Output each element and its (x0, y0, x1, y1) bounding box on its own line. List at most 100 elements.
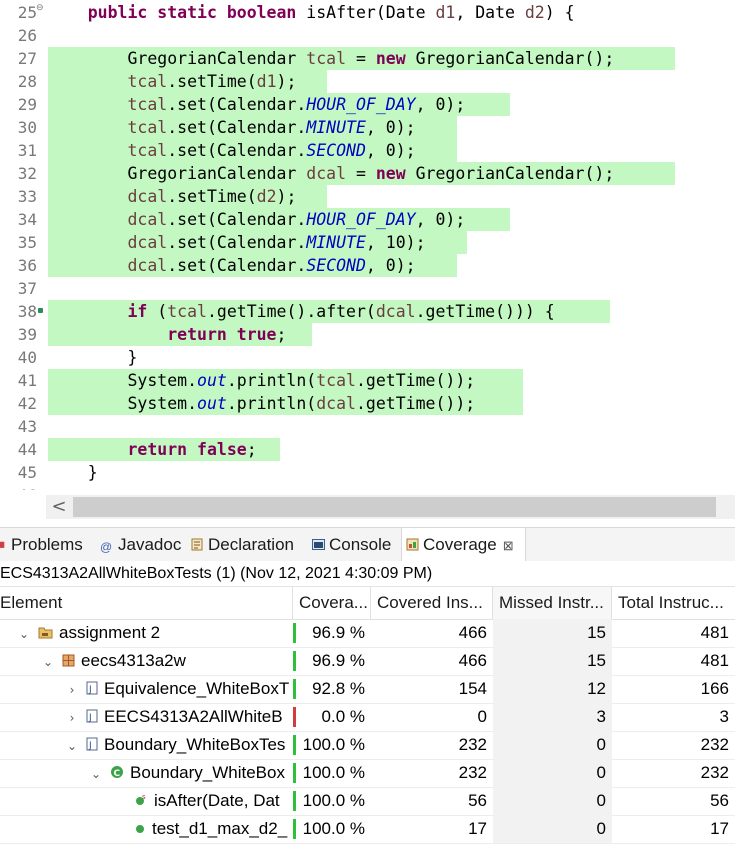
code-text: System.out.println(dcal.getTime()); (48, 392, 475, 415)
fld-token: d1 (256, 72, 277, 91)
code-line[interactable]: 33 dcal.setTime(d2); (0, 185, 735, 208)
code-line[interactable]: 26 (0, 24, 735, 47)
fld-token: d2 (256, 187, 277, 206)
code-line[interactable]: 27 GregorianCalendar tcal = new Gregoria… (0, 47, 735, 70)
code-text: System.out.println(tcal.getTime()); (48, 369, 475, 392)
line-number: 35 (17, 233, 37, 252)
coverage-table-header: Element Covera... Covered Ins... Missed … (0, 587, 735, 620)
close-tab-icon[interactable]: ⊠ (503, 538, 514, 553)
keyword-token: return true (167, 325, 277, 344)
tab-problems[interactable]: Problems (0, 528, 97, 561)
code-token: } (48, 463, 98, 482)
code-token: System. (48, 371, 198, 390)
tab-label: Problems (11, 535, 83, 554)
table-row[interactable]: ⌄ assignment 2 96.9 % 466 15 481 (0, 619, 735, 648)
expand-arrow-icon[interactable]: › (66, 676, 78, 703)
tab-javadoc[interactable]: @ Javadoc (100, 528, 186, 561)
column-coverage[interactable]: Covera... (293, 587, 371, 619)
view-tab-bar: Problems @ Javadoc Declaration Console Co… (0, 527, 735, 562)
line-number: 34 (17, 210, 37, 229)
table-row[interactable]: › J EECS4313A2AllWhiteB 0.0 % 0 3 3 (0, 703, 735, 732)
code-line[interactable]: 44 return false; (0, 438, 735, 461)
code-token: .set(Calendar. (167, 141, 307, 160)
fld-token: d1 (435, 3, 456, 22)
code-text: dcal.set(Calendar.MINUTE, 10); (48, 231, 425, 254)
scrollbar-thumb[interactable] (73, 497, 716, 517)
column-total-instructions[interactable]: Total Instruc... (612, 587, 735, 619)
code-token: , 0); (365, 141, 416, 160)
collapse-arrow-icon[interactable]: ⌄ (90, 760, 102, 787)
code-line[interactable]: 38 if (tcal.getTime().after(dcal.getTime… (0, 300, 735, 323)
code-line[interactable]: 39 return true; (0, 323, 735, 346)
code-line[interactable]: 43 (0, 415, 735, 438)
svg-text:J: J (88, 685, 92, 695)
code-line[interactable]: 37 (0, 277, 735, 300)
column-missed-instructions[interactable]: Missed Instr... (493, 587, 612, 619)
code-line[interactable]: 45 } (0, 461, 735, 484)
code-token: , 0); (365, 256, 416, 275)
line-number: 26 (17, 26, 37, 45)
svg-text:s: s (142, 793, 146, 801)
covered-cell: 154 (458, 679, 487, 698)
table-row[interactable]: s isAfter(Date, Dat 100.0 % 56 0 56 (0, 787, 735, 816)
scroll-left-icon[interactable]: < (46, 495, 72, 519)
code-line[interactable]: 42 System.out.println(dcal.getTime()); (0, 392, 735, 415)
tab-console[interactable]: Console (312, 528, 398, 561)
horizontal-scrollbar[interactable]: < (46, 495, 735, 519)
line-number: 29 (17, 95, 37, 114)
table-row[interactable]: › J Equivalence_WhiteBoxT 92.8 % 154 12 166 (0, 675, 735, 704)
code-editor[interactable]: 25 ⊖ public static boolean isAfter(Date d… (0, 0, 735, 490)
code-line[interactable]: 31 tcal.set(Calendar.SECOND, 0); (0, 139, 735, 162)
expand-arrow-icon[interactable]: › (66, 704, 78, 731)
java-file-icon: J (86, 676, 98, 703)
line-number: 41 (17, 371, 37, 390)
code-text: return true; (48, 323, 286, 346)
code-token: isAfter(Date (296, 3, 436, 22)
code-line[interactable]: 46 (0, 484, 735, 490)
code-token: } (48, 348, 138, 367)
code-line[interactable]: 28 tcal.setTime(d1); (0, 70, 735, 93)
missed-cell: 3 (493, 703, 612, 731)
code-line[interactable]: 36 dcal.set(Calendar.SECOND, 0); (0, 254, 735, 277)
column-element[interactable]: Element (0, 587, 293, 619)
element-cell: test_d1_max_d2_ (0, 815, 291, 843)
coverage-cell: 100.0 % (302, 819, 365, 838)
code-text: tcal.set(Calendar.HOUR_OF_DAY, 0); (48, 93, 465, 116)
table-row[interactable]: ⌄ eecs4313a2w 96.9 % 466 15 481 (0, 647, 735, 676)
code-token: .set(Calendar. (167, 210, 307, 229)
code-line[interactable]: 40 } (0, 346, 735, 369)
code-line[interactable]: 34 dcal.set(Calendar.HOUR_OF_DAY, 0); (0, 208, 735, 231)
code-token: , 0); (365, 118, 416, 137)
keyword-token: public static boolean (87, 3, 297, 22)
tab-coverage[interactable]: Coverage ⊠ (401, 528, 526, 561)
collapse-arrow-icon[interactable]: ⌄ (18, 620, 30, 647)
coverage-cell: 92.8 % (312, 679, 365, 698)
java-file-icon: J (86, 704, 98, 731)
code-line[interactable]: 29 tcal.set(Calendar.HOUR_OF_DAY, 0); (0, 93, 735, 116)
code-line[interactable]: 32 GregorianCalendar dcal = new Gregoria… (0, 162, 735, 185)
collapse-arrow-icon[interactable]: ⌄ (42, 648, 54, 675)
covered-cell: 0 (477, 707, 487, 726)
code-token: .setTime( (167, 187, 257, 206)
column-covered-instructions[interactable]: Covered Ins... (371, 587, 493, 619)
table-row[interactable]: ⌄ C Boundary_WhiteBox 100.0 % 232 0 232 (0, 759, 735, 788)
coverage-session-label: ECS4313A2AllWhiteBoxTests (1) (Nov 12, 2… (0, 561, 735, 587)
tab-declaration[interactable]: Declaration (191, 528, 306, 561)
code-line[interactable]: 30 tcal.set(Calendar.MINUTE, 0); (0, 116, 735, 139)
coverage-cell: 100.0 % (302, 763, 365, 782)
table-row[interactable]: ⌄ J Boundary_WhiteBoxTes 100.0 % 232 0 232 (0, 731, 735, 760)
code-line[interactable]: 25 ⊖ public static boolean isAfter(Date d… (0, 1, 735, 24)
table-row[interactable]: test_d1_max_d2_ 100.0 % 17 0 17 (0, 815, 735, 844)
line-number: 38 (17, 302, 37, 321)
collapse-arrow-icon[interactable]: ⌄ (66, 732, 78, 759)
code-text: dcal.set(Calendar.HOUR_OF_DAY, 0); (48, 208, 465, 231)
covered-cell: 56 (468, 791, 487, 810)
code-line[interactable]: 35 dcal.set(Calendar.MINUTE, 10); (0, 231, 735, 254)
fold-toggle-icon[interactable]: ⊖ (36, 3, 44, 13)
code-token: = (346, 49, 376, 68)
total-cell: 481 (700, 651, 729, 670)
code-line[interactable]: 41 System.out.println(tcal.getTime()); (0, 369, 735, 392)
code-token: .getTime()); (355, 371, 476, 390)
element-cell: s isAfter(Date, Dat (0, 787, 291, 815)
code-token: , 0); (415, 95, 466, 114)
